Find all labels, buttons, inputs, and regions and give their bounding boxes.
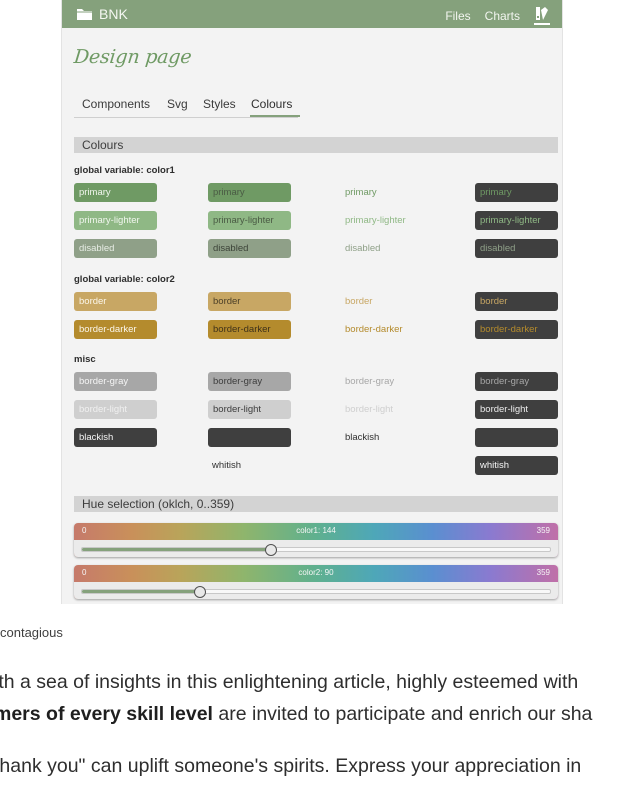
- page-title: Design page: [72, 46, 193, 68]
- slider-fill: [82, 548, 270, 551]
- swatch-dark-text: primary-lighter: [208, 211, 291, 230]
- top-bar: BNK Files Charts: [62, 0, 562, 28]
- slider-label: color2: 90: [298, 568, 334, 577]
- swatch-dark-bg: [475, 428, 558, 447]
- swatch-light-text: primary: [74, 183, 157, 202]
- slider-label: color1: 144: [296, 526, 336, 535]
- colour-group-title: misc: [74, 354, 96, 365]
- colour-group-title: global variable: color2: [74, 274, 175, 285]
- slider-thumb[interactable]: [194, 586, 207, 598]
- slider-fill: [82, 590, 200, 593]
- article-text: are invited to participate and enrich ou…: [212, 703, 593, 725]
- swatch-dark-bg: whitish: [475, 456, 558, 475]
- swatch-text-only: primary-lighter: [345, 215, 406, 226]
- swatch-text-only: disabled: [345, 243, 381, 254]
- article-line-3: thank you" can uplift someone's spirits.…: [0, 755, 582, 777]
- colour-group-title: global variable: color1: [74, 165, 175, 176]
- swatch-dark-bg: primary-lighter: [475, 211, 558, 230]
- swatch-dark-text: border-light: [208, 400, 291, 419]
- slider-max: 359: [536, 568, 550, 577]
- swatch-text-only: border: [345, 296, 373, 307]
- article-line-2: mers of every skill level are invited to…: [0, 703, 592, 726]
- swatch-light-text: border-light: [74, 400, 157, 419]
- swatch-text-only: border-darker: [345, 324, 403, 335]
- swatch-light-text: primary-lighter: [74, 211, 157, 230]
- swatch-dark-bg: border-gray: [475, 372, 558, 391]
- app-screenshot: BNK Files Charts Design page Components …: [61, 0, 563, 604]
- tab-styles[interactable]: Styles: [203, 97, 236, 111]
- swatch-light-text: border-gray: [74, 372, 157, 391]
- swatch-dark-text: border-gray: [208, 372, 291, 391]
- article-line-1: ith a sea of insights in this enlighteni…: [0, 671, 579, 693]
- swatch-light-text: disabled: [74, 239, 157, 258]
- tab-components[interactable]: Components: [82, 97, 150, 111]
- nav-files[interactable]: Files: [445, 9, 470, 23]
- tab-bar: Components Svg Styles Colours: [74, 97, 300, 118]
- swatch-dark-text: [208, 428, 291, 447]
- image-caption: contagious: [0, 625, 63, 640]
- swatch-dark-text: primary: [208, 183, 291, 202]
- nav-charts[interactable]: Charts: [485, 9, 520, 23]
- hue-section-header: Hue selection (oklch, 0..359): [74, 496, 558, 512]
- swatch-text-only: blackish: [345, 432, 380, 443]
- folder-icon: [77, 9, 92, 20]
- tab-svg[interactable]: Svg: [167, 97, 188, 111]
- swatch-dark-bg: border-darker: [475, 320, 558, 339]
- swatch-dark-bg: border: [475, 292, 558, 311]
- palette-icon[interactable]: [534, 6, 550, 25]
- swatch-text-only: primary: [345, 187, 377, 198]
- swatch-light-text: blackish: [74, 428, 157, 447]
- swatch-light-text: border: [74, 292, 157, 311]
- swatch-dark-text: border-darker: [208, 320, 291, 339]
- slider-max: 359: [536, 526, 550, 535]
- slider-track[interactable]: [81, 586, 551, 598]
- brand[interactable]: BNK: [76, 5, 128, 23]
- swatch-dark-bg: primary: [475, 183, 558, 202]
- swatch-dark-bg: disabled: [475, 239, 558, 258]
- tab-colours[interactable]: Colours: [251, 97, 292, 111]
- slider-track[interactable]: [81, 544, 551, 556]
- brand-label: BNK: [99, 6, 128, 22]
- hue-slider-color2: 0 color2: 90 359: [74, 565, 558, 599]
- swatch-dark-bg: border-light: [475, 400, 558, 419]
- swatch-dark-text: disabled: [208, 239, 291, 258]
- swatch-text-only: border-gray: [345, 376, 395, 387]
- colours-section-header: Colours: [74, 137, 558, 153]
- swatch-text-only: border-light: [345, 404, 394, 415]
- article-bold-text: mers of every skill level: [0, 703, 213, 725]
- active-tab-indicator: [250, 115, 300, 117]
- hue-slider-color1: 0 color1: 144 359: [74, 523, 558, 557]
- slider-thumb[interactable]: [264, 544, 277, 556]
- top-nav: Files Charts: [445, 6, 550, 25]
- swatch-dark-text: whitish: [212, 460, 242, 471]
- swatch-light-text: border-darker: [74, 320, 157, 339]
- swatch-dark-text: border: [208, 292, 291, 311]
